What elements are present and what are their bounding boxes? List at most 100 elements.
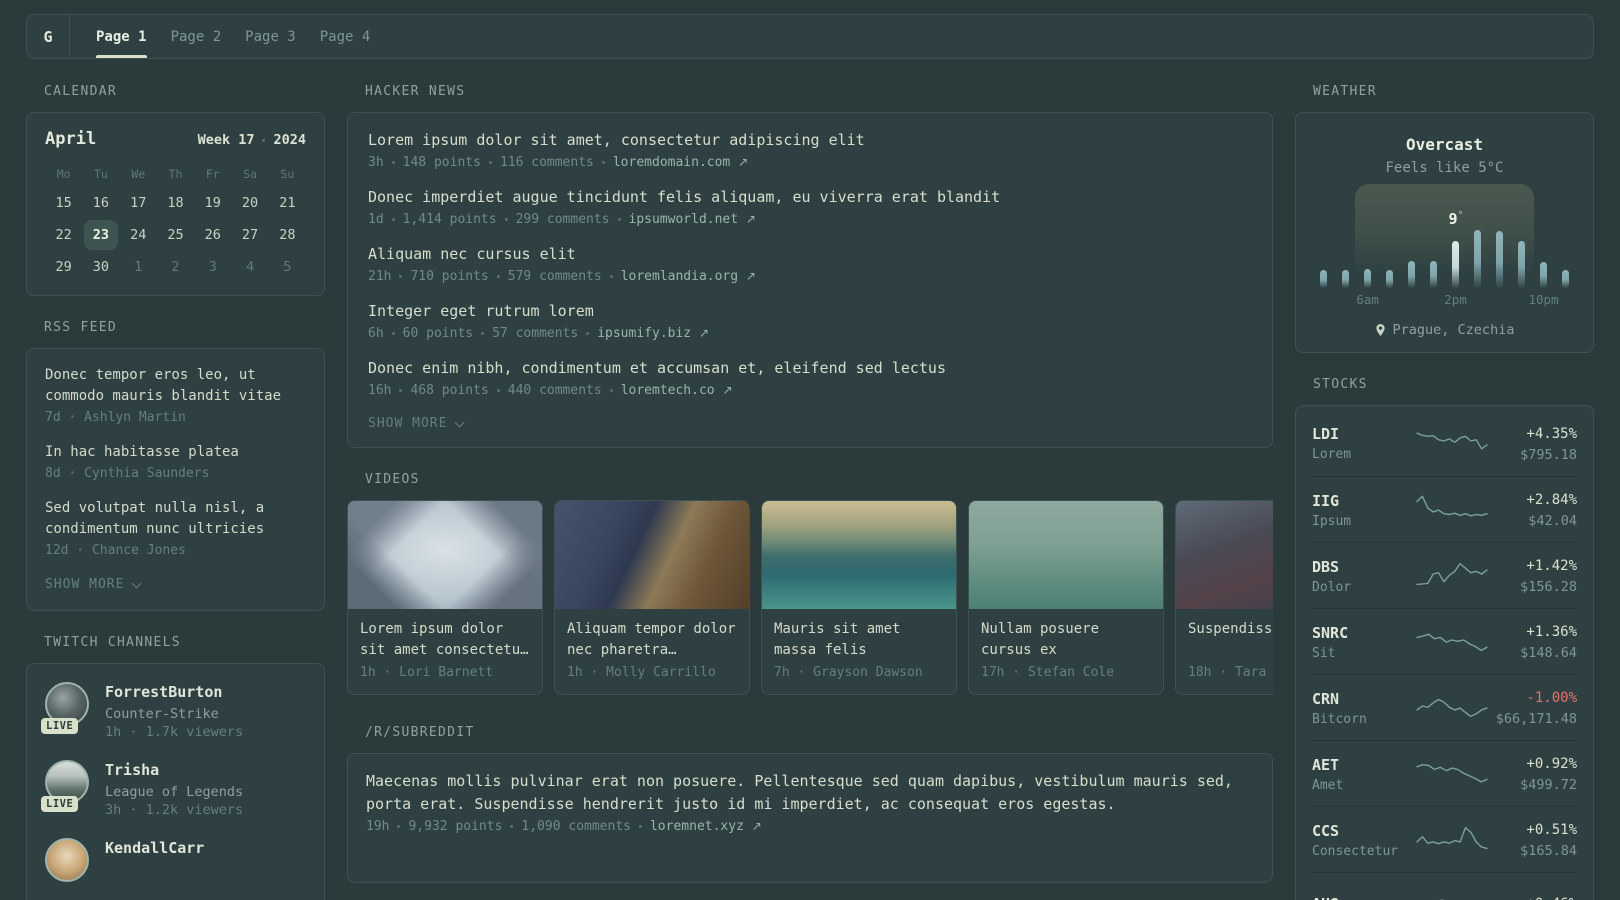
video-card[interactable]: Lorem ipsum dolor sit amet consectetu… 1h… bbox=[347, 500, 543, 695]
stock-change: +0.46% bbox=[1489, 894, 1577, 900]
item-source-link[interactable]: ipsumworld.net ↗ bbox=[629, 212, 756, 227]
weather-bar bbox=[1562, 270, 1569, 288]
hacker-news-item-title[interactable]: Donec enim nibh, condimentum et accumsan… bbox=[368, 357, 1252, 380]
calendar-day[interactable]: 29 bbox=[47, 252, 80, 282]
nav-tab-1[interactable]: Page 1 bbox=[96, 15, 147, 58]
stock-row-SNRC[interactable]: SNRC Sit +1.36% $148.64 bbox=[1312, 608, 1577, 674]
video-meta: 18h · Tara bbox=[1188, 665, 1267, 680]
item-source-link[interactable]: loremtech.co ↗ bbox=[621, 383, 733, 398]
stock-values: +0.92% $499.72 bbox=[1489, 754, 1577, 793]
calendar-day[interactable]: 16 bbox=[84, 188, 117, 218]
twitch-channel[interactable]: LIVE ForrestBurton Counter-Strike 1h · 1.7k… bbox=[41, 682, 306, 740]
nav-tab-2[interactable]: Page 2 bbox=[171, 15, 222, 58]
hacker-news-item-title[interactable]: Lorem ipsum dolor sit amet, consectetur … bbox=[368, 129, 1252, 152]
subreddit-post: Maecenas mollis pulvinar erat non posuer… bbox=[366, 770, 1254, 834]
stock-ticker: AET bbox=[1312, 755, 1340, 774]
calendar-day[interactable]: 15 bbox=[47, 188, 80, 218]
item-source-link[interactable]: loremdomain.com ↗ bbox=[613, 155, 748, 170]
twitch-channel[interactable]: KendallCarr bbox=[45, 838, 306, 882]
item-source-link[interactable]: ipsumify.biz ↗ bbox=[597, 326, 709, 341]
stock-change: +0.92% bbox=[1526, 756, 1577, 772]
calendar-day[interactable]: 18 bbox=[159, 188, 192, 218]
calendar-day[interactable]: 19 bbox=[196, 188, 229, 218]
separator-dot bbox=[399, 275, 403, 278]
calendar-day[interactable]: 22 bbox=[47, 220, 80, 250]
stock-values: +1.42% $156.28 bbox=[1489, 556, 1577, 595]
calendar-day[interactable]: 27 bbox=[233, 220, 266, 250]
calendar-day[interactable]: 25 bbox=[159, 220, 192, 250]
calendar-day[interactable]: 21 bbox=[271, 188, 304, 218]
rss-item-title[interactable]: In hac habitasse platea bbox=[45, 442, 306, 463]
stock-values: +2.84% $42.04 bbox=[1489, 490, 1577, 529]
stock-row-IIG[interactable]: IIG Ipsum +2.84% $42.04 bbox=[1312, 476, 1577, 542]
subreddit-post-title[interactable]: Maecenas mollis pulvinar erat non posuer… bbox=[366, 770, 1254, 816]
nav-tab-4[interactable]: Page 4 bbox=[320, 15, 371, 58]
nav-tabs: Page 1 Page 2 Page 3 Page 4 bbox=[70, 15, 370, 58]
video-card[interactable]: Nullam posuere cursus ex 17h · Stefan Col… bbox=[968, 500, 1164, 695]
twitch-channel-name: ForrestBurton bbox=[105, 683, 223, 701]
item-source-link[interactable]: loremlandia.org ↗ bbox=[621, 269, 756, 284]
calendar-day[interactable]: 17 bbox=[122, 188, 155, 218]
video-meta: 7h · Grayson Dawson bbox=[774, 665, 923, 680]
stock-row-DBS[interactable]: DBS Dolor +1.42% $156.28 bbox=[1312, 542, 1577, 608]
show-more-label: SHOW MORE bbox=[45, 577, 125, 592]
calendar-day[interactable]: 1 bbox=[122, 252, 155, 282]
calendar-day[interactable]: 24 bbox=[122, 220, 155, 250]
stock-id: CRN Bitcorn bbox=[1312, 689, 1415, 727]
video-card[interactable]: Mauris sit amet massa felis 7h · Grayson … bbox=[761, 500, 957, 695]
stock-row-LDI[interactable]: LDI Lorem +4.35% $795.18 bbox=[1312, 410, 1577, 476]
calendar-day[interactable]: 3 bbox=[196, 252, 229, 282]
video-card[interactable]: Suspendisse diam 18h · Tara bbox=[1175, 500, 1273, 695]
calendar-day[interactable]: 4 bbox=[233, 252, 266, 282]
weather-bar bbox=[1364, 269, 1371, 288]
video-thumbnail bbox=[1176, 501, 1273, 609]
hacker-news-show-more-button[interactable]: SHOW MORE bbox=[368, 414, 465, 441]
nav-tab-3[interactable]: Page 3 bbox=[245, 15, 296, 58]
weather-widget-header: WEATHER bbox=[1313, 84, 1377, 99]
rss-item-title[interactable]: Sed volutpat nulla nisl, a condimentum n… bbox=[45, 498, 306, 540]
calendar-day[interactable]: 2 bbox=[159, 252, 192, 282]
rss-item-meta: 12d · Chance Jones bbox=[45, 543, 186, 558]
stock-id: AET Amet bbox=[1312, 755, 1415, 793]
calendar-day[interactable]: 26 bbox=[196, 220, 229, 250]
video-thumbnail bbox=[348, 501, 542, 609]
hacker-news-item-title[interactable]: Aliquam nec cursus elit bbox=[368, 243, 1252, 266]
calendar-day[interactable]: 20 bbox=[233, 188, 266, 218]
weather-time-label: 6am bbox=[1356, 292, 1379, 307]
video-card[interactable]: Aliquam tempor dolor nec pharetra… 1h · M… bbox=[554, 500, 750, 695]
calendar-day[interactable]: 5 bbox=[271, 252, 304, 282]
stock-name: Lorem bbox=[1312, 447, 1352, 462]
stock-name: Ipsum bbox=[1312, 513, 1352, 529]
calendar-week-year: Week 17 2024 bbox=[198, 132, 306, 148]
hacker-news-item-title[interactable]: Integer eget rutrum lorem bbox=[368, 300, 1252, 323]
twitch-channel[interactable]: LIVE Trisha League of Legends 3h · 1.2k vie… bbox=[41, 760, 306, 818]
twitch-widget-header: TWITCH CHANNELS bbox=[44, 635, 181, 650]
calendar-day[interactable]: 28 bbox=[271, 220, 304, 250]
stock-row-CRN[interactable]: CRN Bitcorn -1.00% $66,171.48 bbox=[1312, 674, 1577, 740]
calendar-day[interactable]: 30 bbox=[84, 252, 117, 282]
app-logo[interactable]: G bbox=[27, 15, 70, 58]
stocks-widget-header: STOCKS bbox=[1313, 377, 1368, 392]
hacker-news-list: Lorem ipsum dolor sit amet, consectetur … bbox=[368, 129, 1252, 398]
stock-id: LDI Lorem bbox=[1312, 424, 1415, 462]
stock-id: DBS Dolor bbox=[1312, 557, 1415, 595]
subreddit-card: Maecenas mollis pulvinar erat non posuer… bbox=[347, 753, 1273, 883]
item-source-link[interactable]: loremnet.xyz ↗ bbox=[650, 819, 762, 834]
stock-sparkline bbox=[1416, 633, 1488, 651]
stock-row-AHS[interactable]: AHS +0.46% bbox=[1312, 872, 1577, 900]
calendar-year: 2024 bbox=[273, 132, 306, 148]
hacker-news-item-title[interactable]: Donec imperdiet augue tincidunt felis al… bbox=[368, 186, 1252, 209]
stock-row-CCS[interactable]: CCS Consectetur +0.51% $165.84 bbox=[1312, 806, 1577, 872]
subreddit-widget: /R/SUBREDDIT Maecenas mollis pulvinar er… bbox=[347, 725, 1273, 883]
stock-sparkline bbox=[1416, 698, 1488, 717]
stock-row-AET[interactable]: AET Amet +0.92% $499.72 bbox=[1312, 740, 1577, 806]
calendar-weekday: Tu bbox=[93, 167, 108, 181]
weather-bar bbox=[1496, 231, 1503, 288]
external-link-icon: ↗ bbox=[698, 326, 710, 340]
rss-item-title[interactable]: Donec tempor eros leo, ut commodo mauris… bbox=[45, 365, 306, 407]
calendar-day-selected[interactable]: 23 bbox=[84, 220, 118, 250]
weather-time-label: 2pm bbox=[1444, 292, 1467, 307]
rss-show-more-button[interactable]: SHOW MORE bbox=[45, 575, 142, 602]
hacker-news-item: Donec enim nibh, condimentum et accumsan… bbox=[368, 357, 1252, 398]
video-meta: 1h · Molly Carrillo bbox=[567, 665, 716, 680]
